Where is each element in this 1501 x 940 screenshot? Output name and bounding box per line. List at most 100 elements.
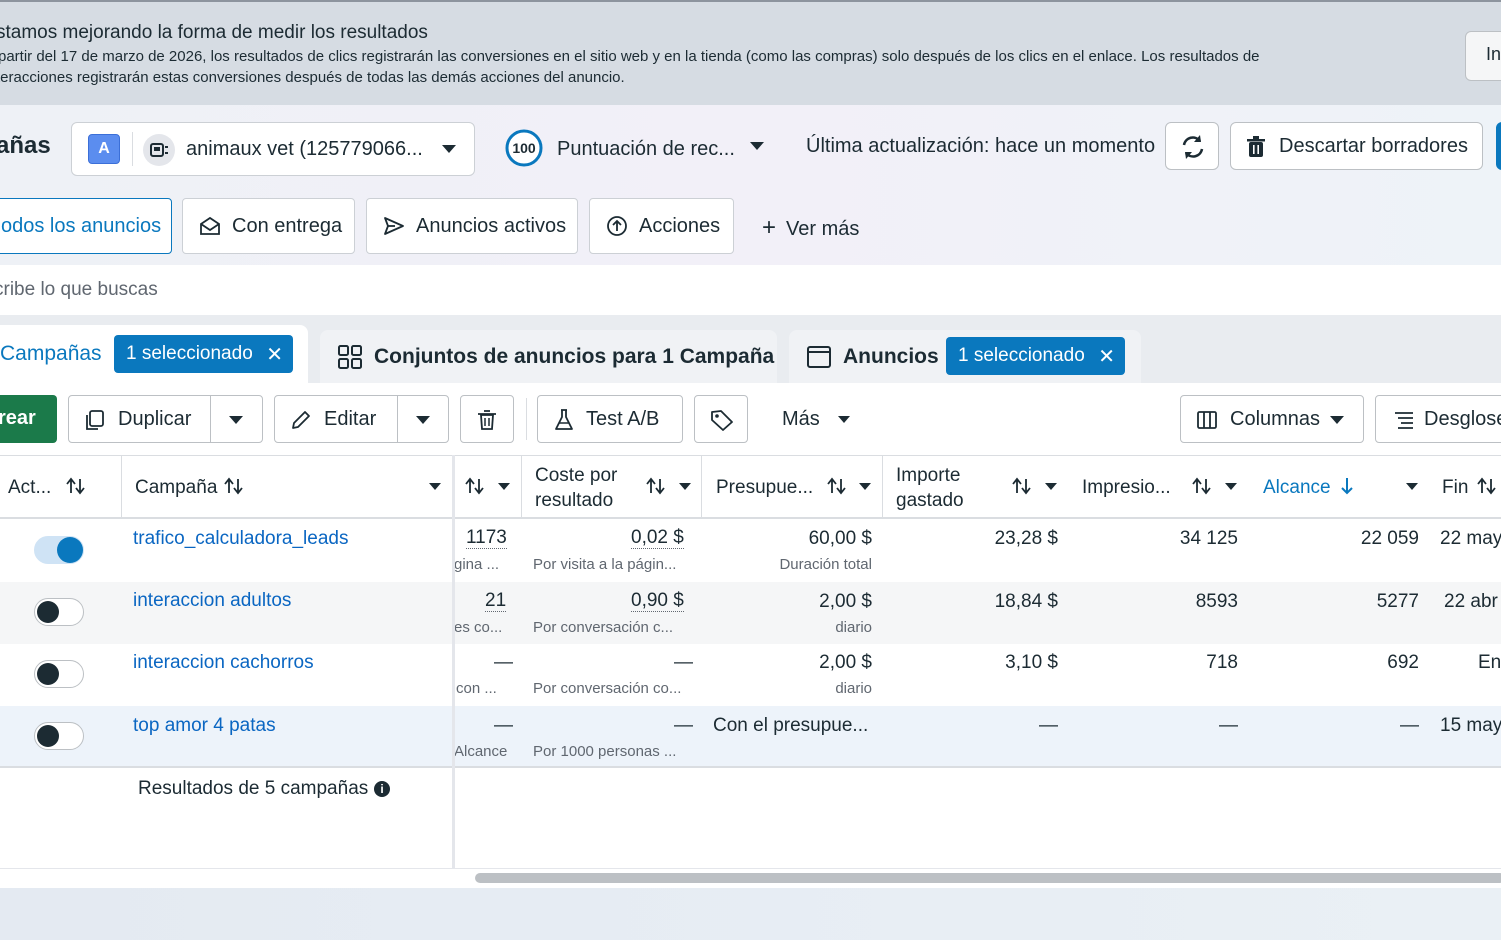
campaign-name-link[interactable]: trafico_calculadora_leads xyxy=(133,528,348,550)
cost-value[interactable]: 0,02 $ xyxy=(631,528,684,549)
see-more-filters[interactable]: + Ver más xyxy=(762,214,859,242)
sort-icon[interactable] xyxy=(827,477,847,495)
split-divider xyxy=(397,396,398,442)
trash-icon xyxy=(1247,136,1265,157)
chevron-down-icon[interactable] xyxy=(228,415,244,425)
col-header-spent-line-2[interactable]: gastado xyxy=(896,489,964,513)
col-header-reach[interactable]: Alcance xyxy=(1263,476,1331,500)
refresh-button[interactable] xyxy=(1165,122,1219,170)
filter-with-delivery-label: Con entrega xyxy=(232,215,343,237)
sort-icon[interactable] xyxy=(1477,477,1497,495)
chevron-down-icon[interactable] xyxy=(1044,482,1058,491)
arrow-down-icon[interactable] xyxy=(1340,476,1354,496)
chevron-down-icon[interactable] xyxy=(678,482,692,491)
col-header-cost-line-1[interactable]: Coste por xyxy=(535,464,617,488)
results-summary: Resultados de 5 campañas xyxy=(138,778,369,799)
budget-value[interactable]: Con el presupue... xyxy=(713,715,868,737)
banner-title: stamos mejorando la forma de medir los r… xyxy=(0,22,428,43)
chevron-down-icon[interactable] xyxy=(440,143,458,155)
col-header-impressions[interactable]: Impresio... xyxy=(1082,476,1171,500)
col-header-spent-line-1[interactable]: Importe xyxy=(896,464,960,488)
tab-ad-sets[interactable]: Conjuntos de anuncios para 1 Campaña xyxy=(320,330,777,386)
results-value[interactable]: 21 xyxy=(485,591,507,612)
budget-value[interactable]: 60,00 $ xyxy=(809,528,872,550)
columns-icon xyxy=(1197,411,1217,429)
toggle-knob xyxy=(37,601,59,623)
campaign-toggle[interactable] xyxy=(34,722,84,750)
campaign-toggle[interactable] xyxy=(34,536,84,564)
reach-value: 22 059 xyxy=(1360,528,1419,549)
filter-active-ads-label: Anuncios activos xyxy=(416,215,567,237)
budget-value[interactable]: 2,00 $ xyxy=(819,591,872,613)
account-divider xyxy=(132,132,133,166)
tab-campaigns[interactable]: Campañas 1 seleccionado ✕ xyxy=(0,325,308,385)
sort-icon[interactable] xyxy=(224,477,244,495)
create-button[interactable]: rear xyxy=(0,395,57,443)
banner-info-button[interactable]: In xyxy=(1465,31,1501,81)
campaign-name-link[interactable]: interaccion adultos xyxy=(133,590,291,612)
campaign-toggle[interactable] xyxy=(34,660,84,688)
filter-active-ads[interactable]: Anuncios activos xyxy=(366,198,578,254)
toolbar-divider xyxy=(526,398,527,440)
plus-icon: + xyxy=(762,214,777,241)
score-label[interactable]: Puntuación de rec... xyxy=(557,138,735,161)
sort-icon[interactable] xyxy=(1012,477,1032,495)
toggle-knob xyxy=(37,725,59,747)
columns-label: Columnas xyxy=(1230,408,1321,430)
filter-all-ads[interactable]: odos los anuncios xyxy=(0,198,172,254)
chevron-down-icon[interactable] xyxy=(858,482,872,491)
score-ring-icon[interactable]: 100 xyxy=(504,128,544,168)
chevron-down-icon[interactable] xyxy=(749,141,765,151)
scrollbar-thumb[interactable] xyxy=(475,873,1501,883)
info-icon[interactable]: i xyxy=(374,781,390,797)
col-header-campaign[interactable]: Campaña xyxy=(135,476,217,500)
campaign-name-link[interactable]: top amor 4 patas xyxy=(133,715,276,737)
ab-test-button[interactable]: Test A/B xyxy=(537,395,683,443)
breakdown-button[interactable]: Desglose xyxy=(1375,395,1501,443)
col-header-budget[interactable]: Presupue... xyxy=(716,476,813,500)
reach-value: — xyxy=(1400,715,1419,736)
delete-button[interactable] xyxy=(460,395,514,443)
col-header-cost-line-2[interactable]: resultado xyxy=(535,489,613,513)
discard-drafts-label: Descartar borradores xyxy=(1279,135,1468,157)
sort-icon[interactable] xyxy=(66,477,86,495)
filter-actions[interactable]: Acciones xyxy=(589,198,734,254)
sort-icon[interactable] xyxy=(1192,477,1212,495)
columns-button[interactable]: Columnas xyxy=(1180,395,1364,443)
campaign-toggle[interactable] xyxy=(34,598,84,626)
tab-campaigns-label: Campañas xyxy=(0,342,102,365)
publish-button[interactable] xyxy=(1496,122,1501,170)
budget-subtitle: diario xyxy=(835,680,872,697)
tab-ads[interactable]: Anuncios 1 seleccionado ✕ xyxy=(789,330,1141,386)
chevron-down-icon[interactable] xyxy=(415,415,431,425)
col-header-active[interactable]: Act... xyxy=(8,476,51,500)
chevron-down-icon[interactable] xyxy=(497,482,511,491)
results-value[interactable]: 1173 xyxy=(466,528,507,549)
filter-with-delivery[interactable]: Con entrega xyxy=(182,198,355,254)
impressions-value: — xyxy=(1219,715,1238,736)
more-button[interactable]: Más xyxy=(782,408,851,431)
cost-subtitle: Por conversación c... xyxy=(533,619,674,636)
chevron-down-icon[interactable] xyxy=(1224,482,1238,491)
sort-icon[interactable] xyxy=(465,477,485,495)
col-header-end[interactable]: Fin xyxy=(1442,476,1468,500)
duplicate-button[interactable]: Duplicar xyxy=(68,395,263,443)
close-icon[interactable]: ✕ xyxy=(266,342,283,367)
account-name: animaux vet (125779066... xyxy=(186,138,423,160)
cost-value[interactable]: 0,90 $ xyxy=(631,591,684,612)
chevron-down-icon[interactable] xyxy=(428,482,442,491)
campaign-name-link[interactable]: interaccion cachorros xyxy=(133,652,314,674)
cost-value: — xyxy=(674,652,693,673)
budget-value[interactable]: 2,00 $ xyxy=(819,652,872,674)
budget-subtitle: Duración total xyxy=(779,556,872,573)
sort-icon[interactable] xyxy=(646,477,666,495)
end-value: En xyxy=(1478,652,1501,673)
chevron-down-icon xyxy=(1330,416,1344,424)
close-icon[interactable]: ✕ xyxy=(1098,344,1115,369)
tab-ad-sets-label: Conjuntos de anuncios para 1 Campaña xyxy=(374,345,775,368)
tag-button[interactable] xyxy=(694,395,748,443)
search-input[interactable] xyxy=(0,268,894,312)
edit-button[interactable]: Editar xyxy=(274,395,449,443)
cost-subtitle: Por conversación co... xyxy=(533,680,682,697)
chevron-down-icon[interactable] xyxy=(1405,482,1419,491)
